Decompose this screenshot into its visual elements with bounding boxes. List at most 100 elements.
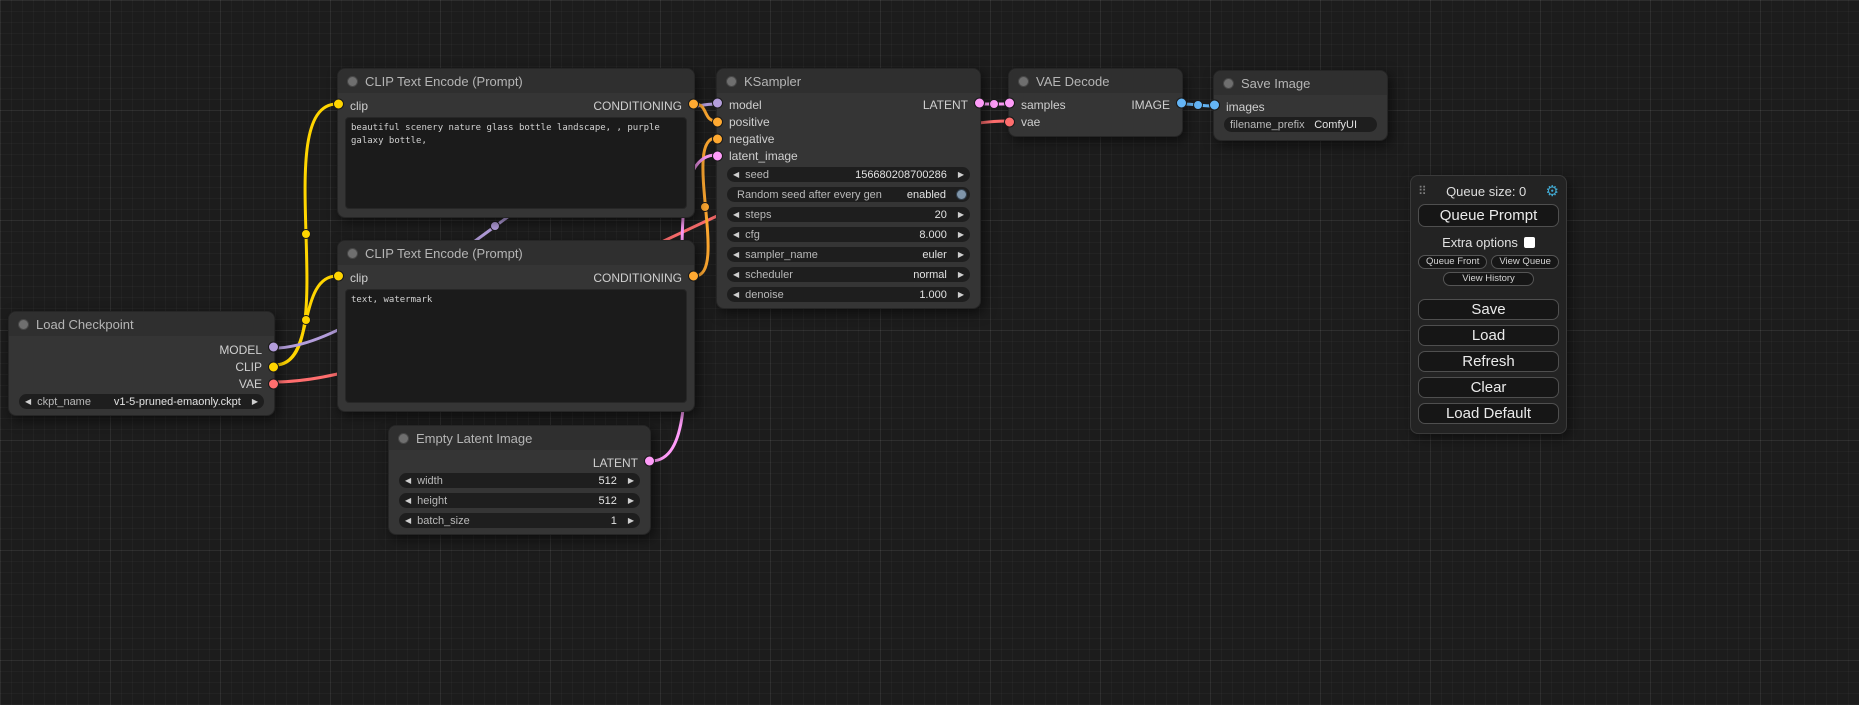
view-history-button[interactable]: View History xyxy=(1443,272,1534,286)
output-slot-vae[interactable] xyxy=(268,378,279,389)
node-load-checkpoint[interactable]: Load Checkpoint MODEL CLIP VAE ◀ ckpt_na… xyxy=(8,311,275,416)
input-slot-vae[interactable] xyxy=(1004,116,1015,127)
prev-arrow-icon[interactable]: ◀ xyxy=(733,211,739,219)
prev-arrow-icon[interactable]: ◀ xyxy=(733,231,739,239)
widget-height[interactable]: ◀ height 512 ▶ xyxy=(399,493,640,508)
widget-value: 512 xyxy=(598,475,616,487)
widget-steps[interactable]: ◀ steps 20 ▶ xyxy=(727,207,970,222)
negative-prompt-textarea[interactable]: text, watermark xyxy=(345,289,687,403)
node-title-bar[interactable]: VAE Decode xyxy=(1009,69,1182,93)
collapse-dot-icon[interactable] xyxy=(398,433,409,444)
extra-options-checkbox[interactable] xyxy=(1524,237,1535,248)
node-title-bar[interactable]: CLIP Text Encode (Prompt) xyxy=(338,241,694,265)
toggle-knob[interactable] xyxy=(956,189,967,200)
widget-width[interactable]: ◀ width 512 ▶ xyxy=(399,473,640,488)
node-save-image[interactable]: Save Image images filename_prefix ComfyU… xyxy=(1213,70,1388,141)
output-slot-clip[interactable] xyxy=(268,361,279,372)
load-button[interactable]: Load xyxy=(1418,325,1559,346)
view-queue-button[interactable]: View Queue xyxy=(1491,255,1559,269)
node-title-bar[interactable]: CLIP Text Encode (Prompt) xyxy=(338,69,694,93)
widget-value: 156680208700286 xyxy=(855,169,947,181)
next-arrow-icon[interactable]: ▶ xyxy=(958,271,964,279)
input-slot-clip[interactable] xyxy=(333,98,344,109)
prev-arrow-icon[interactable]: ◀ xyxy=(733,251,739,259)
queue-panel: ⠿ Queue size: 0 ⚙ Queue Prompt Extra opt… xyxy=(1410,175,1567,434)
node-clip-text-encode-negative[interactable]: CLIP Text Encode (Prompt) clip CONDITION… xyxy=(337,240,695,412)
next-arrow-icon[interactable]: ▶ xyxy=(958,211,964,219)
node-title-bar[interactable]: Empty Latent Image xyxy=(389,426,650,450)
input-slot-negative[interactable] xyxy=(712,133,723,144)
output-label-conditioning: CONDITIONING xyxy=(593,99,682,113)
input-label-images: images xyxy=(1226,100,1265,114)
prev-arrow-icon[interactable]: ◀ xyxy=(405,497,411,505)
node-clip-text-encode-positive[interactable]: CLIP Text Encode (Prompt) clip CONDITION… xyxy=(337,68,695,218)
collapse-dot-icon[interactable] xyxy=(1223,78,1234,89)
widget-cfg[interactable]: ◀ cfg 8.000 ▶ xyxy=(727,227,970,242)
node-title-bar[interactable]: Load Checkpoint xyxy=(9,312,274,336)
widget-batch-size[interactable]: ◀ batch_size 1 ▶ xyxy=(399,513,640,528)
input-slot-positive[interactable] xyxy=(712,116,723,127)
wire-midpoint-dot xyxy=(491,222,500,231)
prev-arrow-icon[interactable]: ◀ xyxy=(733,271,739,279)
settings-gear-icon[interactable]: ⚙ xyxy=(1546,184,1559,199)
input-slot-clip[interactable] xyxy=(333,270,344,281)
save-button[interactable]: Save xyxy=(1418,299,1559,320)
next-arrow-icon[interactable]: ▶ xyxy=(958,251,964,259)
next-arrow-icon[interactable]: ▶ xyxy=(628,477,634,485)
node-title-bar[interactable]: KSampler xyxy=(717,69,980,93)
widget-label: sampler_name xyxy=(745,249,818,261)
input-slot-images[interactable] xyxy=(1209,100,1220,111)
prev-arrow-icon[interactable]: ◀ xyxy=(733,171,739,179)
output-slot-latent[interactable] xyxy=(644,455,655,466)
prompt-textarea[interactable]: beautiful scenery nature glass bottle la… xyxy=(345,117,687,209)
collapse-dot-icon[interactable] xyxy=(1018,76,1029,87)
input-label-negative: negative xyxy=(729,132,774,146)
output-slot-model[interactable] xyxy=(268,342,279,353)
load-default-button[interactable]: Load Default xyxy=(1418,403,1559,424)
node-ksampler[interactable]: KSampler model LATENT positive negative … xyxy=(716,68,981,309)
widget-seed[interactable]: ◀ seed 156680208700286 ▶ xyxy=(727,167,970,182)
next-arrow-icon[interactable]: ▶ xyxy=(628,517,634,525)
clear-button[interactable]: Clear xyxy=(1418,377,1559,398)
input-slot-model[interactable] xyxy=(712,98,723,109)
collapse-dot-icon[interactable] xyxy=(726,76,737,87)
node-empty-latent-image[interactable]: Empty Latent Image LATENT ◀ width 512 ▶ … xyxy=(388,425,651,535)
widget-label: batch_size xyxy=(417,515,470,527)
prev-arrow-icon[interactable]: ◀ xyxy=(405,477,411,485)
node-title: KSampler xyxy=(744,74,801,89)
collapse-dot-icon[interactable] xyxy=(18,319,29,330)
widget-filename-prefix[interactable]: filename_prefix ComfyUI xyxy=(1224,117,1377,132)
next-arrow-icon[interactable]: ▶ xyxy=(958,291,964,299)
next-arrow-icon[interactable]: ▶ xyxy=(958,231,964,239)
output-slot-conditioning[interactable] xyxy=(688,270,699,281)
input-slot-latent-image[interactable] xyxy=(712,150,723,161)
output-slot-latent[interactable] xyxy=(974,98,985,109)
next-arrow-icon[interactable]: ▶ xyxy=(252,398,258,406)
widget-ckpt-name[interactable]: ◀ ckpt_name v1-5-pruned-emaonly.ckpt ▶ xyxy=(19,394,264,409)
widget-denoise[interactable]: ◀ denoise 1.000 ▶ xyxy=(727,287,970,302)
node-title: CLIP Text Encode (Prompt) xyxy=(365,74,523,89)
collapse-dot-icon[interactable] xyxy=(347,248,358,259)
widget-scheduler[interactable]: ◀ scheduler normal ▶ xyxy=(727,267,970,282)
widget-value: normal xyxy=(913,269,947,281)
prev-arrow-icon[interactable]: ◀ xyxy=(25,398,31,406)
next-arrow-icon[interactable]: ▶ xyxy=(958,171,964,179)
node-title-bar[interactable]: Save Image xyxy=(1214,71,1387,95)
output-slot-image[interactable] xyxy=(1176,98,1187,109)
drag-handle-icon[interactable]: ⠿ xyxy=(1418,184,1427,198)
node-vae-decode[interactable]: VAE Decode samples IMAGE vae xyxy=(1008,68,1183,137)
widget-sampler-name[interactable]: ◀ sampler_name euler ▶ xyxy=(727,247,970,262)
output-label-conditioning: CONDITIONING xyxy=(593,271,682,285)
output-label-image: IMAGE xyxy=(1131,98,1170,112)
prev-arrow-icon[interactable]: ◀ xyxy=(733,291,739,299)
next-arrow-icon[interactable]: ▶ xyxy=(628,497,634,505)
prev-arrow-icon[interactable]: ◀ xyxy=(405,517,411,525)
refresh-button[interactable]: Refresh xyxy=(1418,351,1559,372)
widget-random-seed-toggle[interactable]: Random seed after every gen enabled xyxy=(727,187,970,202)
output-slot-conditioning[interactable] xyxy=(688,98,699,109)
collapse-dot-icon[interactable] xyxy=(347,76,358,87)
input-slot-samples[interactable] xyxy=(1004,98,1015,109)
queue-prompt-button[interactable]: Queue Prompt xyxy=(1418,204,1559,227)
extra-options-label: Extra options xyxy=(1442,235,1518,250)
queue-front-button[interactable]: Queue Front xyxy=(1418,255,1487,269)
